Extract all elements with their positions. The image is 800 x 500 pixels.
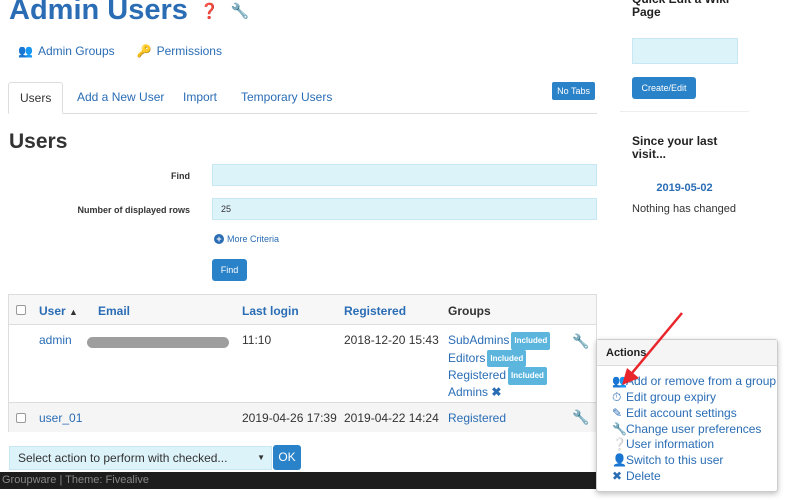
section-heading: Users — [9, 130, 68, 153]
last-login: 2019-04-26 17:39 — [242, 411, 337, 425]
tab-import[interactable]: Import — [172, 82, 228, 114]
action-user-information[interactable]: ❔User information — [612, 437, 714, 451]
group-item[interactable]: Registered — [448, 411, 506, 425]
quick-edit-module: Quick Edit a Wiki Page Create/Edit — [620, 0, 749, 112]
find-button[interactable]: Find — [212, 259, 247, 281]
bulk-action-select[interactable]: Select action to perform with checked...… — [9, 446, 272, 470]
action-edit-account-settings[interactable]: ✎ Edit account settings — [612, 406, 737, 420]
tab-bar: Users Add a New User Import Temporary Us… — [8, 82, 597, 114]
groups-cell: SubAdmins Included Editors Included Regist… — [448, 332, 551, 401]
page-title: Admin Users ❓ 🔧 — [9, 0, 249, 27]
question-circle-icon: ❔ — [612, 437, 627, 451]
permissions-link[interactable]: 🔑 Permissions — [137, 44, 222, 58]
action-label: User information — [626, 437, 715, 451]
table-row: user_01 2019-04-26 17:39 2019-04-22 14:2… — [9, 403, 596, 432]
page-title-text: Admin Users — [9, 0, 188, 26]
tab-temporary-users[interactable]: Temporary Users — [230, 82, 343, 114]
users-icon: 👥 — [18, 44, 33, 58]
more-criteria-link[interactable]: + More Criteria — [214, 234, 279, 244]
admin-sublinks: 👥 Admin Groups 🔑 Permissions — [18, 44, 222, 58]
arrow-head — [622, 368, 639, 385]
action-edit-group-expiry[interactable]: ⏱ Edit group expiry — [612, 390, 716, 405]
action-label: Delete — [626, 469, 661, 483]
col-groups: Groups — [448, 304, 491, 318]
col-user-label: User — [39, 304, 66, 318]
rows-input[interactable]: 25 — [212, 198, 597, 220]
user-link[interactable]: user_01 — [39, 411, 82, 425]
row-checkbox[interactable] — [16, 413, 26, 423]
last-visit-date[interactable]: 2019-05-02 — [620, 182, 749, 194]
quick-edit-title: Quick Edit a Wiki Page — [632, 0, 729, 19]
admin-groups-label: Admin Groups — [37, 44, 115, 58]
col-user[interactable]: User ▲ — [39, 304, 78, 318]
chevron-down-icon: ▼ — [257, 453, 265, 462]
delete-icon: ✖ — [612, 469, 623, 483]
col-last-login[interactable]: Last login — [242, 304, 299, 318]
plus-circle-icon: + — [214, 234, 224, 244]
action-label: Change user preferences — [626, 422, 762, 436]
select-all-checkbox[interactable] — [16, 305, 26, 315]
group-item[interactable]: SubAdmins Included — [448, 332, 551, 350]
group-name: Editors — [448, 350, 486, 365]
registered-date: 2018-12-20 15:43 — [344, 333, 439, 347]
action-switch-user[interactable]: 👤Switch to this user — [612, 453, 723, 467]
arrow-shaft — [631, 312, 683, 374]
edit-icon: ✎ — [612, 406, 623, 420]
table-row: admin 11:10 2018-12-20 15:43 SubAdmins In… — [9, 325, 596, 403]
permissions-label: Permissions — [156, 44, 222, 58]
key-icon: 🔑 — [136, 44, 152, 58]
action-label: Edit account settings — [626, 406, 737, 420]
table-header: User ▲ Email Last login Registered Group… — [9, 295, 596, 325]
last-login: 11:10 — [242, 333, 272, 347]
group-name: Admins — [448, 384, 489, 399]
action-change-user-preferences[interactable]: 🔧Change user preferences — [612, 422, 761, 436]
group-name: Registered — [448, 368, 507, 382]
annotation-arrow — [622, 312, 683, 385]
row-actions-wrench-icon[interactable]: 🔧 — [572, 333, 589, 350]
remove-icon[interactable]: ✖ — [491, 385, 501, 399]
footer: Groupware | Theme: Fivealive — [0, 472, 597, 489]
ok-button[interactable]: OK — [273, 445, 301, 470]
last-visit-title: Since your last visit... — [632, 134, 718, 161]
find-label: Find — [171, 171, 190, 181]
group-item[interactable]: Registered Included — [448, 367, 550, 385]
registered-date: 2019-04-22 14:24 — [344, 411, 439, 425]
more-criteria-label: More Criteria — [227, 234, 280, 244]
sort-asc-icon: ▲ — [69, 307, 78, 317]
included-badge: Included — [487, 349, 527, 367]
rows-label: Number of displayed rows — [77, 205, 190, 215]
col-email[interactable]: Email — [98, 304, 130, 318]
find-input[interactable] — [212, 164, 597, 186]
help-icon[interactable]: ❓ — [200, 3, 219, 20]
last-visit-module: Since your last visit... 2019-05-02 Noth… — [620, 120, 749, 228]
wrench-icon: 🔧 — [612, 422, 627, 436]
clock-icon: ⏱ — [612, 390, 622, 404]
action-label: Edit group expiry — [626, 390, 717, 404]
group-item[interactable]: Editors Included — [448, 349, 550, 367]
included-badge: Included — [511, 332, 551, 350]
row-actions-wrench-icon[interactable]: 🔧 — [572, 409, 589, 426]
quick-edit-input[interactable] — [632, 38, 738, 64]
action-label: Switch to this user — [626, 453, 724, 467]
bulk-action-label: Select action to perform with checked... — [18, 451, 228, 465]
users-table: User ▲ Email Last login Registered Group… — [8, 294, 597, 432]
tab-add-new-user[interactable]: Add a New User — [66, 82, 175, 114]
create-edit-button[interactable]: Create/Edit — [632, 77, 696, 99]
action-delete[interactable]: ✖ Delete — [612, 469, 661, 483]
admin-groups-link[interactable]: 👥 Admin Groups — [18, 44, 115, 58]
wrench-icon[interactable]: 🔧 — [231, 3, 250, 20]
last-visit-message: Nothing has changed — [632, 203, 736, 215]
group-name: SubAdmins — [448, 333, 510, 347]
user-link[interactable]: admin — [39, 333, 72, 347]
no-tabs-button[interactable]: No Tabs — [552, 82, 595, 100]
col-registered[interactable]: Registered — [344, 304, 406, 318]
user-icon: 👤 — [612, 453, 627, 467]
group-item[interactable]: Admins ✖ — [448, 385, 550, 401]
email-redacted — [87, 337, 229, 348]
included-badge: Included — [508, 367, 547, 385]
tab-users[interactable]: Users — [8, 82, 64, 114]
